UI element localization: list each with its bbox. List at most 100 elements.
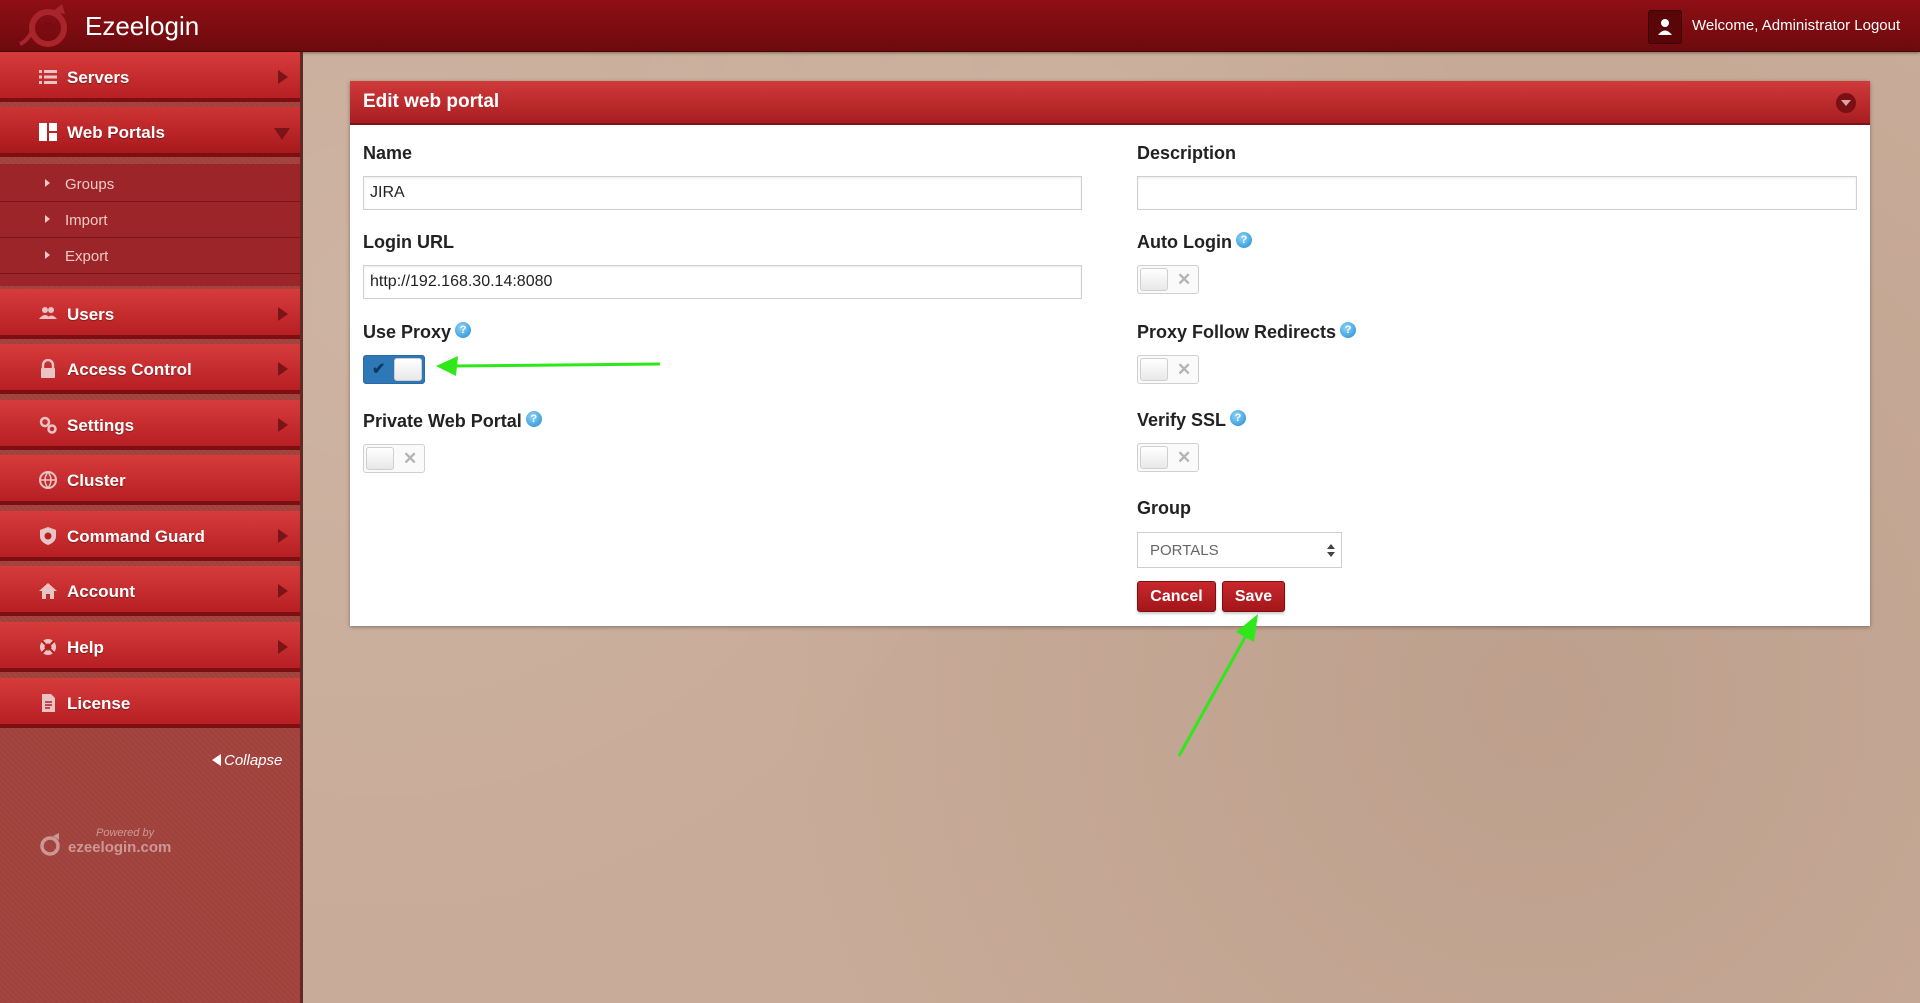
chevron-right-icon <box>278 529 288 543</box>
name-input[interactable] <box>363 176 1082 210</box>
help-icon[interactable]: ? <box>455 322 472 338</box>
document-icon <box>42 694 55 712</box>
sidebar-item-servers[interactable]: Servers <box>0 52 300 102</box>
chevron-right-icon <box>278 307 288 321</box>
group-select[interactable]: PORTALS <box>1137 532 1342 568</box>
x-icon: ✕ <box>403 449 418 468</box>
sidebar-item-access-control[interactable]: Access Control <box>0 344 300 394</box>
bullet-icon <box>45 215 50 223</box>
login-url-input[interactable] <box>363 265 1082 299</box>
sidebar-item-label: License <box>67 694 131 713</box>
top-bar: Ezeelogin Welcome, Administrator Logout <box>0 0 1920 52</box>
logout-link[interactable]: Logout <box>1854 17 1900 34</box>
save-button[interactable]: Save <box>1222 581 1285 612</box>
ezeelogin-logo-icon <box>19 4 67 47</box>
powered-by-site: ezeelogin.com <box>68 839 172 856</box>
sidebar-item-command-guard[interactable]: Command Guard <box>0 511 300 561</box>
bullet-icon <box>45 179 50 187</box>
chevron-right-icon <box>278 640 288 654</box>
welcome-label: Welcome, Administrator <box>1692 17 1851 34</box>
verify-ssl-label: Verify SSL? <box>1137 410 1247 431</box>
login-url-label: Login URL <box>363 232 454 252</box>
private-web-portal-toggle[interactable]: ✕ <box>363 444 425 473</box>
chevron-down-icon <box>274 128 290 140</box>
grid-icon <box>39 123 57 141</box>
x-icon: ✕ <box>1177 270 1192 289</box>
gears-icon <box>39 416 57 434</box>
sidebar-item-label: Cluster <box>67 471 126 490</box>
sidebar-item-web-portals[interactable]: Web Portals <box>0 107 300 157</box>
sidebar-item-label: Access Control <box>67 360 192 379</box>
sidebar-item-label: Servers <box>67 68 130 87</box>
private-web-portal-label: Private Web Portal? <box>363 411 542 432</box>
sidebar-item-cluster[interactable]: Cluster <box>0 455 300 505</box>
auto-login-toggle[interactable]: ✕ <box>1137 265 1199 294</box>
list-icon <box>39 70 57 84</box>
sidebar-item-account[interactable]: Account <box>0 566 300 616</box>
collapse-panel-button[interactable] <box>1836 93 1856 113</box>
panel-header: Edit web portal <box>350 81 1870 125</box>
sidebar-item-users[interactable]: Users <box>0 289 300 339</box>
cancel-button[interactable]: Cancel <box>1137 581 1216 612</box>
help-icon[interactable]: ? <box>1340 322 1357 338</box>
ball-icon <box>39 471 57 489</box>
private-web-portal-label-text: Private Web Portal <box>363 411 522 431</box>
use-proxy-label-text: Use Proxy <box>363 322 452 342</box>
group-select-value: PORTALS <box>1150 542 1219 559</box>
help-icon[interactable]: ? <box>1235 232 1252 248</box>
verify-ssl-toggle[interactable]: ✕ <box>1137 443 1199 472</box>
proxy-follow-redirects-toggle[interactable]: ✕ <box>1137 355 1199 384</box>
auto-login-label-text: Auto Login <box>1137 232 1232 252</box>
toggle-knob <box>1140 268 1168 291</box>
panel-title: Edit web portal <box>363 91 500 112</box>
collapse-label: Collapse <box>224 752 283 769</box>
sidebar-item-label: Users <box>67 305 115 324</box>
submenu-item-export[interactable]: Export <box>0 238 300 274</box>
submenu-item-label: Import <box>65 212 108 229</box>
avatar[interactable] <box>1648 10 1682 44</box>
users-icon <box>39 307 57 319</box>
toggle-knob <box>1140 446 1168 469</box>
edit-web-portal-panel: Edit web portal Name Login URL Use Proxy… <box>350 81 1870 626</box>
shield-icon <box>40 527 56 545</box>
chevron-left-icon <box>212 754 221 766</box>
help-icon[interactable]: ? <box>525 411 542 427</box>
submenu-item-import[interactable]: Import <box>0 202 300 238</box>
chevron-right-icon <box>278 418 288 432</box>
name-label: Name <box>363 143 413 163</box>
sidebar-item-label: Web Portals <box>67 123 165 142</box>
proxy-follow-redirects-label-text: Proxy Follow Redirects <box>1137 322 1337 342</box>
sidebar: Servers Web Portals Groups Import Export… <box>0 52 303 1003</box>
caret-down-icon <box>1327 552 1335 557</box>
use-proxy-toggle[interactable]: ✔ <box>363 355 425 384</box>
chevron-right-icon <box>278 362 288 376</box>
arrow-to-save <box>1177 614 1258 757</box>
app-title: Ezeelogin <box>85 11 200 41</box>
sidebar-item-license[interactable]: License <box>0 678 300 728</box>
submenu-item-label: Export <box>65 248 109 265</box>
lock-icon <box>41 359 55 378</box>
chevron-right-icon <box>278 584 288 598</box>
toggle-knob <box>394 358 422 381</box>
home-icon <box>39 583 57 599</box>
sidebar-item-settings[interactable]: Settings <box>0 400 300 450</box>
description-input[interactable] <box>1137 176 1857 210</box>
toggle-knob <box>366 447 394 470</box>
sidebar-item-label: Command Guard <box>67 527 205 546</box>
submenu-item-groups[interactable]: Groups <box>0 166 300 202</box>
collapse-sidebar-link[interactable]: Collapse <box>212 752 282 769</box>
sidebar-item-help[interactable]: Help <box>0 622 300 672</box>
caret-up-icon <box>1327 544 1335 549</box>
toggle-knob <box>1140 358 1168 381</box>
verify-ssl-label-text: Verify SSL <box>1137 410 1227 430</box>
description-label: Description <box>1137 143 1237 163</box>
web-portals-submenu: Groups Import Export <box>0 164 300 286</box>
help-icon[interactable]: ? <box>1230 410 1247 426</box>
powered-by-text: Powered by <box>96 827 155 839</box>
sidebar-item-label: Settings <box>67 416 135 435</box>
ezeelogin-small-logo-icon <box>40 833 60 856</box>
sidebar-item-label: Account <box>67 582 135 601</box>
x-icon: ✕ <box>1177 448 1192 467</box>
chevron-right-icon <box>278 70 288 84</box>
check-icon: ✔ <box>372 361 386 378</box>
